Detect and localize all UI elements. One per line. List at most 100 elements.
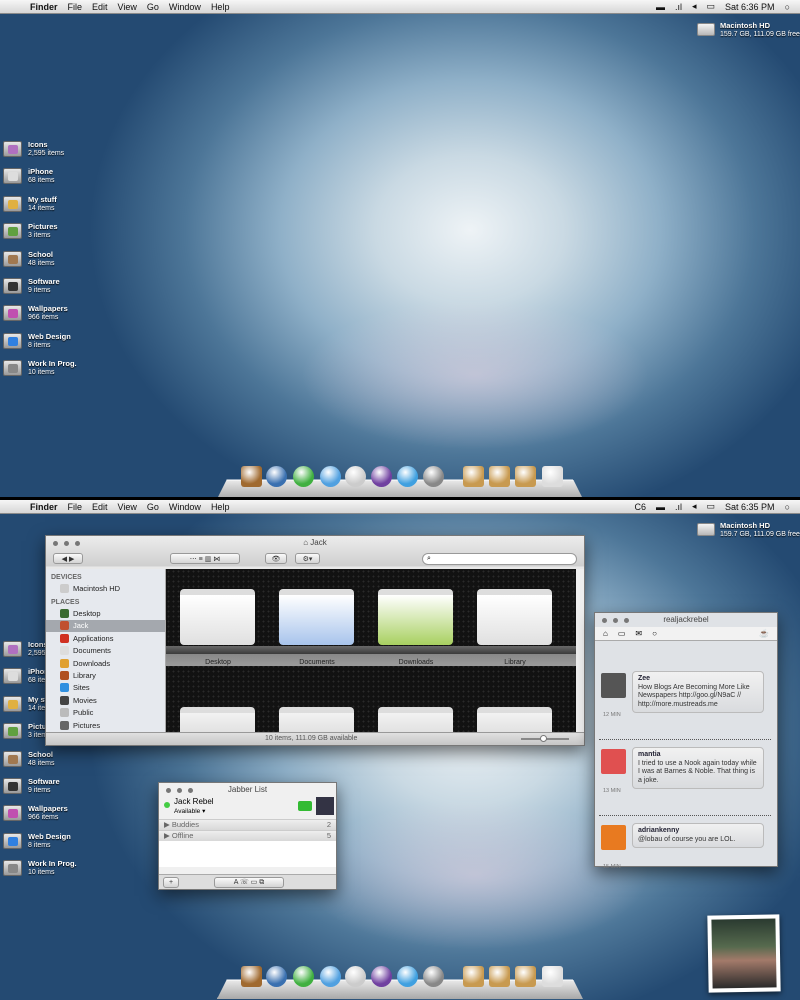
tweet-user[interactable]: mantia	[638, 751, 758, 760]
desktop-folder[interactable]: School 48 items	[3, 750, 77, 778]
action-gear-icon[interactable]: ⚙▾	[295, 553, 320, 564]
display-icon[interactable]: ▬	[656, 502, 665, 512]
folder[interactable]	[180, 707, 255, 734]
sidebar-item-sites[interactable]: Sites	[46, 682, 165, 694]
tweet[interactable]: mantia I tried to use a Nook again today …	[595, 747, 779, 819]
desktop-folder[interactable]: Software 9 items	[3, 277, 77, 305]
sidebar-item-public[interactable]: Public	[46, 707, 165, 719]
menu-item-edit[interactable]: Edit	[92, 2, 108, 12]
desktop-folder[interactable]: School 48 items	[3, 250, 77, 278]
sidebar-item-documents[interactable]: Documents	[46, 645, 165, 657]
volume-icon[interactable]: ◂	[692, 501, 697, 512]
folder-documents[interactable]	[279, 589, 354, 645]
volume-icon[interactable]: ◂	[692, 1, 697, 12]
trash-icon[interactable]	[542, 966, 563, 987]
menu-item-file[interactable]: File	[68, 502, 83, 512]
back-forward-button[interactable]: ◀ ▶	[53, 553, 83, 564]
button-app-icon[interactable]	[320, 966, 341, 987]
menu-item-go[interactable]: Go	[147, 502, 159, 512]
folder[interactable]	[279, 707, 354, 734]
sidebar-item-applications[interactable]: Applications	[46, 632, 165, 644]
desktop-folder[interactable]: Wallpapers 966 items	[3, 305, 77, 332]
menu-extra-text[interactable]: C6	[634, 502, 646, 512]
menu-item-view[interactable]: View	[118, 2, 137, 12]
status-dropdown[interactable]: Available ▾	[174, 807, 205, 815]
quick-look-eye-icon[interactable]: 👁	[265, 553, 287, 564]
downloads-icon[interactable]	[371, 466, 392, 487]
downloads-stack-icon[interactable]	[515, 466, 536, 487]
menu-item-help[interactable]: Help	[211, 2, 230, 12]
search-icon[interactable]: ○	[652, 629, 657, 638]
facetime-icon[interactable]	[293, 966, 314, 987]
video-icon[interactable]	[298, 801, 312, 811]
clock[interactable]: Sat 6:35 PM	[725, 502, 775, 512]
icon-size-slider[interactable]	[521, 735, 569, 742]
button-app-icon[interactable]	[320, 466, 341, 487]
menu-item-window[interactable]: Window	[169, 2, 201, 12]
scrollbar[interactable]	[576, 569, 584, 734]
menu-app-name[interactable]: Finder	[30, 2, 58, 12]
sidebar-item-library[interactable]: Library	[46, 669, 165, 681]
bookshelf-icon[interactable]	[241, 966, 262, 987]
downloads-icon[interactable]	[371, 966, 392, 987]
safari-icon[interactable]	[266, 966, 287, 987]
menu-item-edit[interactable]: Edit	[92, 502, 108, 512]
desktop-folder[interactable]: Web Design 8 items	[3, 332, 77, 360]
desktop-folder[interactable]: Pictures 3 items	[3, 223, 77, 250]
sidebar-section-places[interactable]: PLACES	[46, 594, 165, 607]
folder-downloads[interactable]	[378, 589, 453, 645]
album-art-widget[interactable]	[707, 914, 781, 993]
wifi-signal-icon[interactable]: .ıl	[675, 2, 682, 12]
group-buddies[interactable]: ▶ Buddies 2	[159, 819, 336, 830]
folder[interactable]	[477, 707, 552, 734]
mentions-icon[interactable]: ▭	[618, 629, 626, 638]
documents-stack-icon[interactable]	[489, 466, 510, 487]
avatar[interactable]	[601, 749, 626, 774]
menu-item-window[interactable]: Window	[169, 502, 201, 512]
spotlight-icon[interactable]: ○	[785, 502, 790, 512]
sidebar-item-jack[interactable]: Jack	[46, 619, 165, 633]
tweet[interactable]: adriankenny @lobau of course you are LOL.…	[595, 823, 779, 895]
applications-stack-icon[interactable]	[463, 966, 484, 987]
traffic-lights[interactable]	[166, 788, 193, 793]
search-input[interactable]: ⌕	[422, 553, 577, 565]
spotlight-icon[interactable]: ○	[785, 2, 790, 12]
desktop-folder[interactable]: Web Design 8 items	[3, 832, 77, 860]
system-preferences-icon[interactable]	[423, 466, 444, 487]
display-icon[interactable]: ▬	[656, 2, 665, 12]
ichat-icon[interactable]	[397, 466, 418, 487]
home-icon[interactable]: ⌂	[603, 629, 608, 638]
avatar[interactable]	[601, 673, 626, 698]
safari-icon[interactable]	[266, 466, 287, 487]
battery-icon[interactable]: ▭	[707, 1, 716, 12]
bookshelf-icon[interactable]	[241, 466, 262, 487]
desktop-folder[interactable]: Icons2,595 items	[3, 141, 77, 168]
menu-item-go[interactable]: Go	[147, 2, 159, 12]
ichat-icon[interactable]	[397, 966, 418, 987]
macintosh-hd-icon[interactable]: Macintosh HD 159.7 GB, 111.09 GB free	[697, 522, 800, 539]
view-mode-buttons[interactable]: ⋯ ≡ ▥ ⋈	[170, 553, 240, 564]
menu-item-help[interactable]: Help	[211, 502, 230, 512]
applications-stack-icon[interactable]	[463, 466, 484, 487]
itunes-icon[interactable]	[345, 966, 366, 987]
chat-actions-buttons[interactable]: A ☏ ▭ ⧉	[214, 877, 284, 888]
group-offline[interactable]: ▶ Offline 5	[159, 830, 336, 841]
menu-item-view[interactable]: View	[118, 502, 137, 512]
coffee-icon[interactable]: ☕	[759, 629, 769, 638]
sidebar-item-pictures[interactable]: Pictures	[46, 719, 165, 731]
folder[interactable]	[378, 707, 453, 734]
downloads-stack-icon[interactable]	[515, 966, 536, 987]
facetime-icon[interactable]	[293, 466, 314, 487]
documents-stack-icon[interactable]	[489, 966, 510, 987]
folder-library[interactable]	[477, 589, 552, 645]
trash-icon[interactable]	[542, 466, 563, 487]
itunes-icon[interactable]	[345, 466, 366, 487]
folder-desktop[interactable]	[180, 589, 255, 645]
traffic-lights[interactable]	[53, 541, 80, 546]
desktop-folder[interactable]: Work In Prog. 10 items	[3, 860, 77, 887]
desktop-folder[interactable]: My stuff 14 items	[3, 195, 77, 223]
sidebar-section-devices[interactable]: DEVICES	[46, 569, 165, 582]
traffic-lights[interactable]	[602, 618, 629, 623]
desktop-folder[interactable]: Work In Prog. 10 items	[3, 360, 77, 387]
desktop-folder[interactable]: iPhone 68 items	[3, 168, 77, 195]
